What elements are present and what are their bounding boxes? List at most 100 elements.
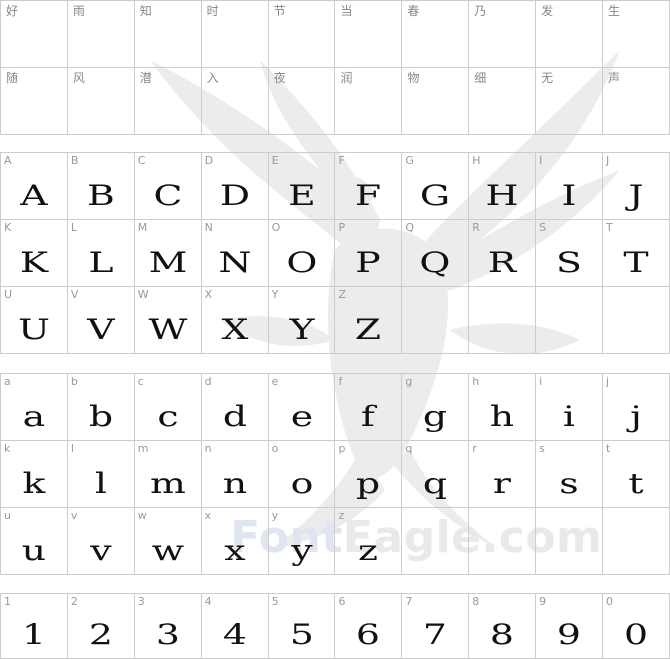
character-label: 3 (137, 595, 145, 608)
uppercase-cell: TT (602, 219, 670, 287)
character-label: 5 (271, 595, 279, 608)
lowercase-cell: tt (602, 440, 670, 508)
character-label: F (338, 154, 345, 167)
character-label: N (204, 221, 213, 234)
lowercase-cell: jj (602, 373, 670, 441)
character-label: i (539, 375, 543, 388)
character-label: v (70, 509, 78, 522)
character-label: j (606, 375, 610, 388)
glyph-sample: T (623, 246, 649, 279)
glyph-sample: Z (355, 313, 382, 346)
character-label: 随 (6, 71, 19, 85)
cjk-cell: 节 (267, 0, 336, 68)
character-label: M (137, 221, 148, 234)
character-label: 时 (206, 4, 219, 18)
character-label: V (70, 288, 79, 301)
character-label: 1 (4, 595, 11, 608)
lowercase-row: kkllmmnnooppqqrrsstt (0, 440, 670, 508)
character-label: p (338, 442, 346, 455)
character-label: 0 (606, 595, 614, 608)
lowercase-cell (401, 507, 470, 575)
glyph-sample: z (358, 534, 379, 567)
character-label: 风 (72, 71, 85, 85)
lowercase-grid: aabbccddeeffgghhiijjkkllmmnnooppqqrrsstt… (0, 373, 670, 575)
character-label: f (338, 375, 343, 388)
cjk-cell: 时 (200, 0, 269, 68)
character-label: Z (338, 288, 346, 301)
uppercase-cell (401, 286, 470, 354)
character-label: 生 (608, 4, 621, 18)
character-label: Y (271, 288, 279, 301)
character-label: b (70, 375, 78, 388)
character-label: O (271, 221, 281, 234)
character-label: 润 (340, 71, 353, 85)
character-label: E (271, 154, 279, 167)
character-label: n (204, 442, 212, 455)
cjk-cell: 发 (535, 0, 604, 68)
character-label: G (405, 154, 414, 167)
cjk-cell: 雨 (66, 0, 135, 68)
lowercase-cell (535, 507, 604, 575)
character-label: l (70, 442, 74, 455)
uppercase-cell (535, 286, 604, 354)
character-label: 好 (6, 4, 19, 18)
character-label: 7 (405, 595, 413, 608)
cjk-cell: 声 (602, 67, 670, 135)
character-label: H (472, 154, 481, 167)
character-label: m (137, 442, 149, 455)
character-label: 8 (472, 595, 480, 608)
character-label: W (137, 288, 149, 301)
character-label: r (472, 442, 477, 455)
character-label: 知 (139, 4, 152, 18)
character-label: K (4, 221, 12, 234)
character-label: 物 (407, 71, 420, 85)
lowercase-row: uuvvwwxxyyzz (0, 507, 670, 575)
character-label: L (70, 221, 78, 234)
cjk-cell: 细 (468, 67, 537, 135)
cjk-sample-grid: 好 雨 知 时 节 当 春 乃 发 生随 风 潜 入 夜 润 物 细 无 声 (0, 0, 670, 135)
digits-grid: 11223344556677889900 (0, 593, 670, 659)
uppercase-row: AABBCCDDEEFFGGHHIIJJ (0, 152, 670, 220)
character-label: u (4, 509, 11, 522)
cjk-cell: 风 (66, 67, 135, 135)
character-label: P (338, 221, 346, 234)
character-label: e (271, 375, 279, 388)
character-label: x (204, 509, 212, 522)
character-label: q (405, 442, 413, 455)
character-label: B (70, 154, 79, 167)
character-label: 细 (474, 71, 487, 85)
digit-cell: 00 (602, 593, 670, 659)
character-label: h (472, 375, 480, 388)
lowercase-cell (602, 507, 670, 575)
character-label: d (204, 375, 212, 388)
uppercase-cell (468, 286, 537, 354)
character-label: 声 (608, 71, 621, 85)
uppercase-row: KKLLMMNNOOPPQQRRSSTT (0, 219, 670, 287)
character-label: 无 (541, 71, 554, 85)
cjk-row: 好雨知时节当春乃发生 (0, 0, 670, 68)
character-label: t (606, 442, 611, 455)
character-label: 雨 (72, 4, 85, 18)
character-label: J (606, 154, 610, 167)
cjk-cell: 好 (0, 0, 68, 68)
character-label: 入 (206, 71, 219, 85)
uppercase-row: UUVVWWXXYYZZ (0, 286, 670, 354)
character-label: R (472, 221, 480, 234)
uppercase-cell: ZZ (334, 286, 403, 354)
character-label: 6 (338, 595, 346, 608)
character-label: Q (405, 221, 415, 234)
cjk-cell: 物 (401, 67, 470, 135)
lowercase-cell (468, 507, 537, 575)
character-label: 4 (204, 595, 212, 608)
glyph-sample: J (628, 179, 644, 212)
character-label: o (271, 442, 279, 455)
character-label: y (271, 509, 279, 522)
character-label: 春 (407, 4, 420, 18)
character-label: 2 (70, 595, 78, 608)
character-label: C (137, 154, 146, 167)
character-label: 节 (273, 4, 286, 18)
character-label: 夜 (273, 71, 286, 85)
character-label: w (137, 509, 147, 522)
character-label: g (405, 375, 413, 388)
character-label: X (204, 288, 213, 301)
